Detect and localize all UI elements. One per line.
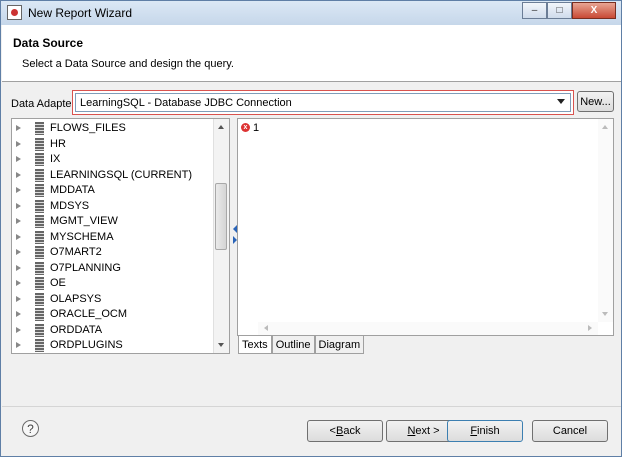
- expand-arrow-icon[interactable]: [16, 202, 21, 209]
- tree-item[interactable]: O7PLANNING: [12, 261, 217, 276]
- expand-arrow-icon[interactable]: [16, 280, 21, 286]
- footer-divider: [2, 406, 621, 407]
- scroll-right-arrow-icon[interactable]: [588, 325, 592, 331]
- tree-item[interactable]: O7MART2: [12, 245, 217, 260]
- expand-arrow-icon[interactable]: [16, 233, 21, 240]
- app-icon: [7, 5, 22, 20]
- next-button-mnemonic: N: [407, 425, 416, 437]
- finish-button-rest: inish: [477, 425, 500, 437]
- back-button-mnemonic: B: [335, 425, 344, 437]
- editor-vertical-scrollbar[interactable]: [598, 119, 613, 322]
- data-adapter-label: Data Adapter: [11, 98, 76, 110]
- tree-scrollbar-thumb[interactable]: [215, 183, 227, 250]
- expand-arrow-icon[interactable]: [16, 264, 21, 271]
- tree-item[interactable]: LEARNINGSQL (CURRENT): [12, 168, 217, 183]
- database-icon: [35, 308, 44, 321]
- editor-tabs: Texts Outline Diagram: [238, 336, 365, 355]
- tree-item[interactable]: ORDPLUGINS: [12, 338, 217, 353]
- expand-arrow-icon[interactable]: [16, 295, 21, 302]
- window-controls: – □ X: [522, 2, 616, 19]
- line-number: 1: [253, 122, 260, 134]
- database-icon: [35, 215, 44, 228]
- expand-arrow-icon[interactable]: [16, 171, 21, 178]
- database-icon: [35, 184, 44, 197]
- finish-button-mnemonic: F: [470, 425, 478, 437]
- expand-arrow-icon[interactable]: [16, 249, 21, 255]
- database-icon: [35, 230, 44, 244]
- tree-item[interactable]: ORDDATA: [12, 323, 217, 338]
- cancel-button[interactable]: Cancel: [532, 420, 608, 442]
- close-button[interactable]: X: [572, 2, 616, 19]
- expand-arrow-icon[interactable]: [16, 125, 21, 131]
- new-report-wizard-window: New Report Wizard – □ X Data Source Sele…: [0, 0, 622, 457]
- expand-arrow-icon[interactable]: [16, 187, 21, 193]
- editor-horizontal-scrollbar[interactable]: [258, 322, 598, 335]
- tree-item[interactable]: FLOWS_FILES: [12, 121, 217, 136]
- finish-button[interactable]: Finish: [447, 420, 523, 442]
- tree-item[interactable]: MGMT_VIEW: [12, 214, 217, 229]
- next-button-rest: ext >: [415, 425, 440, 437]
- database-icon: [35, 292, 44, 306]
- new-adapter-button[interactable]: New...: [577, 91, 614, 112]
- database-icon: [35, 323, 44, 337]
- wizard-header: Data Source Select a Data Source and des…: [2, 25, 621, 82]
- tree-item[interactable]: OLAPSYS: [12, 292, 217, 307]
- tree-item[interactable]: OE: [12, 276, 217, 291]
- data-adapter-value: LearningSQL - Database JDBC Connection: [80, 97, 292, 109]
- tree-item[interactable]: HR: [12, 137, 217, 152]
- scroll-down-arrow-icon[interactable]: [602, 312, 608, 316]
- minimize-button[interactable]: –: [522, 2, 547, 19]
- tab-texts[interactable]: Texts: [238, 336, 272, 354]
- database-icon: [35, 261, 44, 275]
- schema-tree: FLOWS_FILES HR IX LEARNINGSQL (CURRENT) …: [11, 118, 230, 354]
- page-description: Select a Data Source and design the quer…: [22, 58, 234, 70]
- scroll-up-arrow-icon[interactable]: [218, 125, 224, 129]
- database-icon: [35, 137, 44, 151]
- tree-item[interactable]: MDDATA: [12, 183, 217, 198]
- tree-item[interactable]: MDSYS: [12, 199, 217, 214]
- tree-item[interactable]: ORACLE_OCM: [12, 307, 217, 322]
- scroll-up-arrow-icon[interactable]: [602, 125, 608, 129]
- expand-arrow-icon[interactable]: [16, 218, 21, 224]
- maximize-button[interactable]: □: [547, 2, 572, 19]
- database-icon: [35, 122, 44, 135]
- query-editor[interactable]: x 1: [237, 118, 614, 336]
- expand-arrow-icon[interactable]: [16, 342, 21, 348]
- back-button-rest: ack: [343, 425, 361, 437]
- scroll-down-arrow-icon[interactable]: [218, 343, 224, 347]
- expand-arrow-icon[interactable]: [16, 140, 21, 147]
- tab-diagram[interactable]: Diagram: [314, 336, 365, 354]
- title-bar: New Report Wizard – □ X: [1, 1, 621, 25]
- database-icon: [35, 339, 44, 352]
- expand-arrow-icon[interactable]: [16, 326, 21, 333]
- error-icon: x: [241, 123, 250, 132]
- tree-scrollbar[interactable]: [213, 119, 229, 353]
- database-icon: [35, 153, 44, 166]
- tab-outline[interactable]: Outline: [271, 336, 315, 354]
- expand-arrow-icon[interactable]: [16, 156, 21, 162]
- help-icon[interactable]: ?: [22, 420, 39, 437]
- scroll-left-arrow-icon[interactable]: [264, 325, 268, 331]
- expand-arrow-icon[interactable]: [16, 311, 21, 317]
- tree-item[interactable]: IX: [12, 152, 217, 167]
- database-icon: [35, 168, 44, 182]
- back-button[interactable]: < Back: [307, 420, 383, 442]
- data-adapter-select[interactable]: LearningSQL - Database JDBC Connection: [75, 93, 571, 112]
- database-icon: [35, 246, 44, 259]
- page-title: Data Source: [13, 36, 84, 50]
- database-icon: [35, 277, 44, 290]
- database-icon: [35, 199, 44, 213]
- chevron-down-icon: [557, 99, 565, 104]
- tree-item[interactable]: MYSCHEMA: [12, 230, 217, 245]
- window-title: New Report Wizard: [28, 6, 133, 20]
